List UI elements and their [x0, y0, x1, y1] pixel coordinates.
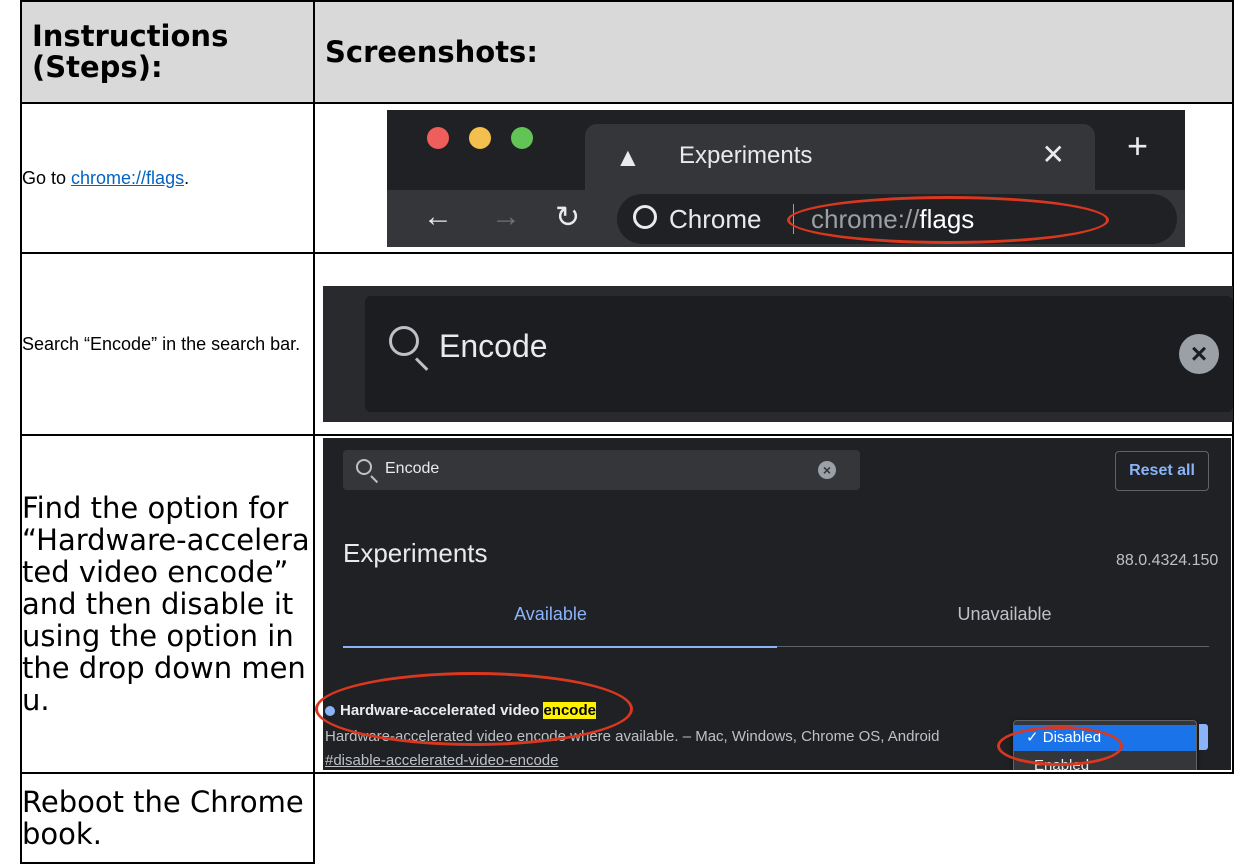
step-3-text: Find the option for “Hardware-accelerate…: [20, 434, 315, 774]
omnibox-url: chrome://flags: [811, 204, 974, 235]
page-title: Experiments: [343, 538, 488, 568]
instructions-table: Instructions (Steps): Screenshots: Go to…: [20, 0, 1234, 864]
browser-screenshot: ▲ Experiments ✕ + ← → ↻ Chrome chrome://…: [387, 110, 1185, 247]
flag-name: Hardware-accelerated video encode: [340, 702, 596, 719]
step-1-screenshot: ▲ Experiments ✕ + ← → ↻ Chrome chrome://…: [313, 102, 1234, 254]
omnibox[interactable]: Chrome chrome://flags: [617, 194, 1177, 244]
chrome-icon: [633, 205, 657, 229]
search-query: Encode: [439, 328, 548, 364]
flag-state-dropdown[interactable]: ✓ Disabled Enabled: [1013, 720, 1197, 770]
search-screenshot: Encode ×: [323, 286, 1233, 422]
flask-icon: ▲: [615, 142, 641, 172]
flags-search-input[interactable]: Encode ×: [343, 450, 860, 490]
flag-id-link[interactable]: #disable-accelerated-video-encode: [325, 752, 558, 769]
flags-search-box[interactable]: Encode ×: [365, 296, 1233, 412]
browser-tab[interactable]: ▲ Experiments ✕: [585, 124, 1095, 190]
dropdown-arrow-icon[interactable]: [1199, 724, 1208, 750]
close-window-icon: [427, 127, 449, 149]
step-4-screenshot: [313, 773, 1233, 863]
back-arrow-icon[interactable]: ←: [423, 200, 453, 234]
flag-name-highlight: encode: [543, 702, 596, 719]
search-icon: [389, 326, 419, 356]
url-prefix: chrome://: [811, 204, 920, 234]
maximize-window-icon: [511, 127, 533, 149]
tab-available-underline: [343, 646, 777, 648]
header-screenshots: Screenshots:: [313, 0, 1234, 104]
step-2-text: Search “Encode” in the search bar.: [20, 252, 315, 436]
step-1-text: Go to chrome://flags.: [20, 102, 315, 254]
option-enabled[interactable]: Enabled: [1034, 757, 1089, 770]
tab-available[interactable]: Available: [323, 604, 778, 625]
search-icon: [356, 459, 372, 475]
url-flags: flags: [919, 204, 975, 234]
tab-divider: [777, 646, 1209, 647]
reload-icon[interactable]: ↻: [555, 200, 580, 235]
step-1-suffix: .: [184, 168, 190, 188]
omnibox-separator: [793, 204, 794, 234]
header-steps: Instructions (Steps):: [20, 0, 315, 104]
forward-arrow-icon[interactable]: →: [491, 200, 521, 234]
flags-page-screenshot: Encode × Reset all Experiments 88.0.4324…: [323, 438, 1231, 770]
clear-search-icon[interactable]: ×: [818, 461, 836, 479]
version-label: 88.0.4324.150: [1116, 552, 1219, 569]
reset-all-button[interactable]: Reset all: [1115, 451, 1209, 491]
step-4-text: Reboot the Chromebook.: [20, 772, 315, 864]
step-3-screenshot: Encode × Reset all Experiments 88.0.4324…: [313, 434, 1234, 774]
browser-toolbar: ← → ↻ Chrome chrome://flags: [387, 190, 1185, 247]
tab-title: Experiments: [679, 142, 813, 169]
step-1-prefix: Go to: [22, 168, 72, 188]
omnibox-label: Chrome: [669, 204, 762, 234]
search-query: Encode: [385, 460, 440, 477]
minimize-window-icon: [469, 127, 491, 149]
flag-name-text: Hardware-accelerated video: [340, 702, 544, 719]
clear-search-icon[interactable]: ×: [1179, 334, 1219, 374]
flag-description: Hardware-accelerated video encode where …: [325, 728, 940, 745]
chrome-flags-link[interactable]: chrome://flags: [71, 168, 184, 188]
option-disabled[interactable]: ✓ Disabled: [1014, 725, 1196, 751]
step-2-screenshot: Encode ×: [313, 252, 1234, 436]
flag-modified-dot-icon: [325, 706, 335, 716]
close-tab-icon[interactable]: ✕: [1042, 138, 1065, 171]
tab-unavailable[interactable]: Unavailable: [778, 604, 1231, 625]
new-tab-icon[interactable]: +: [1127, 128, 1148, 164]
